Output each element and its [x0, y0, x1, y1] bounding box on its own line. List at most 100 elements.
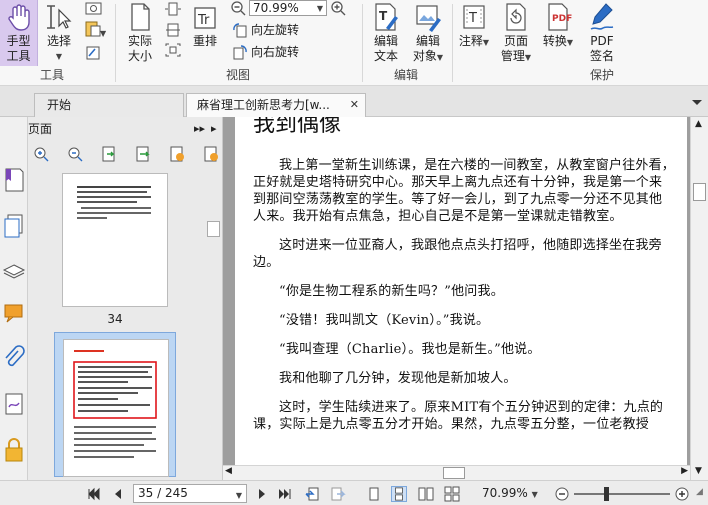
annotate-caret[interactable]: ▼	[483, 38, 489, 47]
extract-page-icon[interactable]	[134, 145, 152, 163]
previous-view-icon[interactable]	[304, 486, 320, 502]
zoom-in-circle-icon[interactable]	[674, 486, 690, 502]
facing-pages-icon[interactable]	[418, 486, 434, 502]
annotate-button[interactable]: T 注释▼	[456, 2, 492, 50]
pages-panel-title: 页面	[28, 122, 53, 136]
annotate-label-text: 注释	[458, 34, 483, 48]
vertical-scroll-thumb[interactable]	[693, 183, 706, 201]
thumbnail-scrollbar[interactable]	[206, 169, 222, 479]
edit-object-button[interactable]: 编辑 对象▼	[408, 2, 448, 65]
select-tool-button[interactable]: 选择 ▼	[42, 2, 76, 64]
format-tool-icon[interactable]	[84, 44, 104, 62]
edit-object-caret[interactable]: ▼	[437, 53, 443, 62]
add-page-icon[interactable]	[168, 145, 186, 163]
page-management-button[interactable]: 页面 管理▼	[496, 2, 536, 65]
attachments-panel-icon[interactable]	[2, 345, 26, 371]
select-dropdown-caret[interactable]: ▼	[42, 49, 76, 64]
horizontal-scroll-thumb[interactable]	[443, 467, 465, 479]
tab-document[interactable]: 麻省理工创新思考力[w... ✕	[186, 93, 366, 117]
pdf-sign-button[interactable]: PDF 签名	[582, 2, 622, 64]
tab-document-label: 麻省理工创新思考力[w...	[197, 98, 330, 112]
horizontal-scrollbar[interactable]: ◀ ▶	[223, 465, 690, 480]
tab-start[interactable]: 开始	[34, 93, 184, 117]
single-page-icon[interactable]	[366, 486, 382, 502]
hand-icon	[7, 4, 30, 31]
tab-list-icon[interactable]	[690, 95, 704, 109]
hand-tool-button[interactable]: 手型 工具	[0, 0, 38, 66]
select-tool-label: 选择	[46, 34, 71, 48]
signature-panel-icon[interactable]	[2, 391, 26, 417]
hand-tool-label-2: 工具	[6, 49, 31, 63]
zoom-combobox[interactable]: 70.99% ▼	[249, 0, 327, 16]
page-number-input[interactable]: 35 / 245 ▼	[133, 484, 247, 503]
edit-object-icon	[416, 5, 441, 32]
close-tab-icon[interactable]: ✕	[350, 94, 359, 116]
thumbnail-page-34[interactable]	[62, 173, 168, 307]
scroll-up-icon[interactable]: ▲	[695, 119, 702, 129]
reduce-thumbnail-icon[interactable]	[66, 145, 84, 163]
rotate-left-icon	[233, 22, 247, 37]
scroll-right-icon[interactable]: ▶	[681, 466, 688, 476]
zoom-level-display[interactable]: 70.99% ▼	[482, 486, 538, 500]
thumbnail-scroll-thumb[interactable]	[207, 221, 220, 237]
security-lock-icon[interactable]	[2, 437, 26, 463]
first-page-icon[interactable]	[86, 486, 102, 502]
last-page-icon[interactable]	[276, 486, 292, 502]
vertical-scrollbar[interactable]: ▲ ▼	[690, 117, 708, 480]
fit-width-icon[interactable]	[164, 22, 182, 38]
zoom-out-circle-icon[interactable]	[554, 486, 570, 502]
zoom-level-caret[interactable]: ▼	[532, 490, 538, 499]
fit-visible-icon[interactable]	[164, 42, 182, 58]
rotate-right-button[interactable]: 向右旋转	[232, 43, 299, 60]
continuous-page-icon[interactable]	[391, 486, 407, 502]
zoom-out-icon[interactable]	[230, 0, 246, 16]
next-view-icon[interactable]	[330, 486, 346, 502]
convert-caret[interactable]: ▼	[567, 38, 573, 47]
rotate-left-button[interactable]: 向左旋转	[232, 21, 299, 38]
resize-grip-icon[interactable]: ◢	[696, 487, 703, 497]
zoom-dropdown-caret[interactable]: ▼	[317, 2, 323, 16]
clipboard-icon[interactable]: ▼	[84, 20, 106, 38]
fit-page-icon[interactable]	[164, 2, 182, 16]
continuous-facing-icon[interactable]	[444, 486, 460, 502]
scroll-down-icon[interactable]: ▼	[695, 466, 702, 476]
pages-panel-icon[interactable]	[2, 213, 26, 239]
zoom-row: 70.99% ▼	[230, 0, 346, 16]
page-dropdown-caret[interactable]: ▼	[236, 487, 242, 504]
group-divider	[115, 4, 116, 82]
next-page-icon[interactable]	[254, 486, 270, 502]
convert-button[interactable]: PDF 转换▼	[540, 2, 576, 50]
edit-text-button[interactable]: T 编辑 文本	[368, 2, 404, 64]
expand-panel-icon[interactable]: ▸▸	[194, 117, 205, 141]
edit-object-label-1: 编辑	[415, 34, 440, 48]
zoom-slider[interactable]	[574, 487, 670, 501]
thumbnail-page-35[interactable]	[63, 339, 169, 477]
zoom-slider-handle[interactable]	[604, 487, 609, 501]
close-panel-icon[interactable]: ▸	[211, 117, 217, 141]
scroll-left-icon[interactable]: ◀	[225, 466, 232, 476]
page-properties-icon[interactable]	[202, 145, 220, 163]
pen-sign-icon	[590, 3, 614, 30]
navigation-sidebar	[0, 117, 28, 480]
page-management-icon	[506, 3, 526, 31]
page-management-caret[interactable]: ▼	[525, 53, 531, 62]
thumbnail-page-35-selection[interactable]	[54, 332, 176, 477]
paragraph: 我上第一堂新生训练课，是在六楼的一间教室，从教室窗户往外看，正好就是史塔特研究中…	[253, 158, 676, 224]
paragraph: “我叫查理（Charlie）。我也是新生。”他说。	[279, 342, 541, 357]
thumbnail-page-35-preview	[73, 350, 157, 458]
zoom-in-icon[interactable]	[330, 0, 346, 16]
reflow-button[interactable]: Tr 重排	[188, 2, 222, 49]
paragraph: “没错！我叫凯文（Kevin）。”我说。	[279, 313, 490, 328]
comments-panel-icon[interactable]	[2, 301, 26, 327]
group-divider	[362, 4, 363, 82]
bookmark-panel-icon[interactable]	[2, 167, 26, 193]
chapter-title: 我到偶像	[253, 117, 342, 137]
enlarge-thumbnail-icon[interactable]	[32, 145, 50, 163]
actual-size-button[interactable]: 实际 大小	[122, 2, 158, 64]
snapshot-icon[interactable]	[84, 0, 104, 16]
insert-page-icon[interactable]	[100, 145, 118, 163]
document-viewport[interactable]: 我到偶像 我上第一堂新生训练课，是在六楼的一间教室，从教室窗户往外看，正好就是史…	[223, 117, 708, 480]
previous-page-icon[interactable]	[110, 486, 126, 502]
layers-panel-icon[interactable]	[2, 257, 26, 283]
convert-label-text: 转换	[542, 34, 567, 48]
